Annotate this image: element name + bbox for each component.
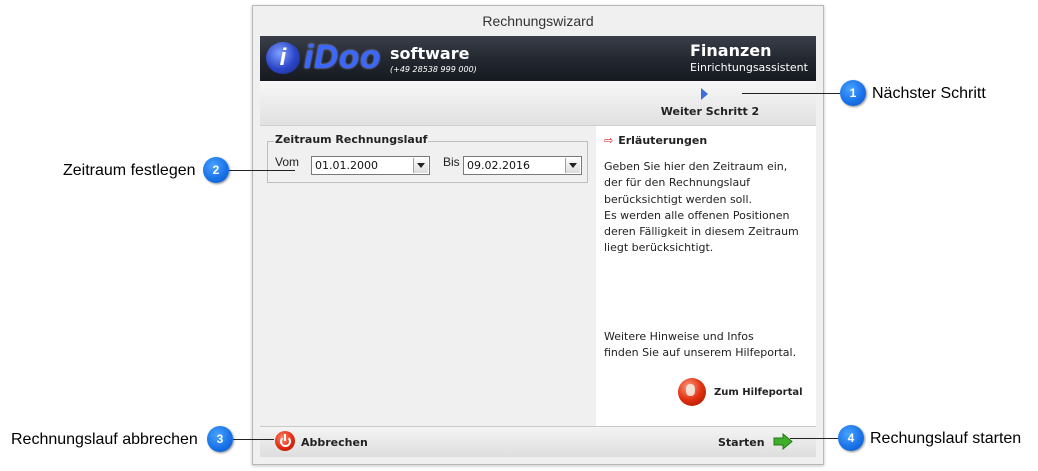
help-portal-link[interactable]: Zum Hilfeportal: [714, 387, 803, 398]
cancel-button[interactable]: Abbrechen: [301, 436, 368, 449]
next-step-arrow-icon[interactable]: [701, 88, 708, 100]
wizard-navbar: Weiter Schritt 2: [260, 81, 816, 126]
callout-badge-3: 3: [207, 426, 233, 452]
wizard-footer: Abbrechen Starten: [260, 426, 816, 457]
callout-leader: [790, 438, 838, 439]
period-group-title: Zeitraum Rechnungslauf: [274, 133, 429, 146]
arrow-right-icon: ⇨: [604, 134, 614, 147]
info-body: Geben Sie hier den Zeitraum ein, der für…: [604, 159, 812, 257]
info-line: Es werden alle offenen Positionen: [604, 208, 790, 222]
callout-badge-4: 4: [838, 425, 864, 451]
wizard-content: Zeitraum Rechnungslauf Vom 01.01.2000 Bi…: [260, 126, 816, 426]
globe-icon[interactable]: [678, 378, 706, 406]
power-icon[interactable]: [275, 431, 295, 451]
info-footer-line: finden Sie auf unserem Hilfeportal.: [604, 346, 797, 360]
info-heading-text: Erläuterungen: [618, 134, 708, 147]
info-line: liegt berücksichtigt.: [604, 241, 714, 255]
callout-label-3: Rechnungslauf abbrechen: [11, 431, 198, 448]
info-heading: ⇨ Erläuterungen: [604, 134, 707, 147]
callout-leader: [229, 170, 295, 171]
brand-phone: (+49 28538 999 000): [390, 65, 477, 74]
to-date-dropdown-icon[interactable]: [565, 158, 580, 173]
idoo-logo-icon: i: [266, 42, 300, 74]
from-label: Vom: [275, 155, 300, 169]
period-group: Zeitraum Rechnungslauf Vom 01.01.2000 Bi…: [267, 133, 588, 183]
wizard-window: Rechnungswizard i iDoo software (+49 285…: [252, 5, 824, 465]
callout-badge-2: 2: [203, 157, 229, 183]
callout-badge-1: 1: [840, 80, 866, 106]
to-date-select[interactable]: 09.02.2016: [463, 156, 582, 175]
info-panel: ⇨ Erläuterungen Geben Sie hier den Zeitra…: [596, 126, 816, 426]
arrow-right-icon[interactable]: [773, 433, 793, 450]
from-date-select[interactable]: 01.01.2000: [311, 156, 430, 175]
to-date-value: 09.02.2016: [467, 159, 530, 172]
from-date-dropdown-icon[interactable]: [413, 158, 428, 173]
info-line: deren Fälligkeit in diesem Zeitraum: [604, 225, 799, 239]
window-title: Rechnungswizard: [482, 13, 594, 29]
next-step-button[interactable]: Weiter Schritt 2: [650, 105, 770, 118]
brand-software: software: [390, 44, 470, 63]
brand-banner: i iDoo software (+49 28538 999 000) Fina…: [260, 36, 816, 81]
callout-leader: [233, 439, 274, 440]
callout-label-2: Zeitraum festlegen: [63, 162, 196, 179]
info-line: der für den Rechnungslauf: [604, 176, 751, 190]
callout-label-1: Nächster Schritt: [872, 85, 986, 102]
module-title: Finanzen: [690, 41, 772, 60]
info-line: Geben Sie hier den Zeitraum ein,: [604, 160, 788, 173]
info-footer: Weitere Hinweise und Infos finden Sie au…: [604, 329, 812, 362]
from-date-value: 01.01.2000: [315, 159, 378, 172]
module-subtitle: Einrichtungsassistent: [690, 61, 808, 74]
info-line: berücksichtigt werden soll.: [604, 192, 753, 206]
info-footer-line: Weitere Hinweise und Infos: [604, 330, 754, 343]
callout-label-4: Rechungslauf starten: [870, 430, 1022, 447]
callout-leader: [742, 93, 840, 94]
start-button[interactable]: Starten: [718, 436, 765, 449]
to-label: Bis: [443, 155, 460, 169]
idoo-logo-text: iDoo: [304, 38, 382, 75]
